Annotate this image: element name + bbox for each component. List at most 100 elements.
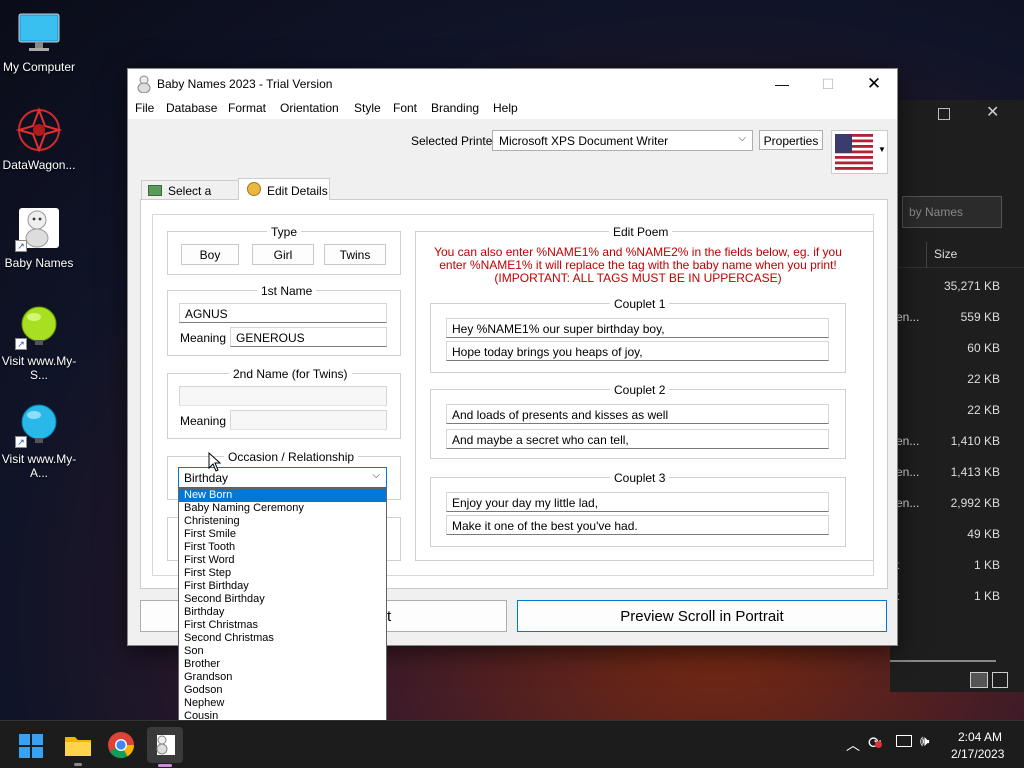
title-bar[interactable]: Baby Names 2023 - Trial Version — ☐ ✕ — [128, 69, 897, 99]
menu-font[interactable]: Font — [393, 101, 417, 115]
desktop-icon-visit-my-a[interactable]: ↗ Visit www.My-A... — [0, 400, 78, 480]
second-name-group-title: 2nd Name (for Twins) — [229, 367, 352, 381]
table-row[interactable]: 22 KB — [890, 365, 1024, 393]
preview-portrait-button[interactable]: Preview Scroll in Portrait — [517, 600, 887, 632]
list-item[interactable]: Baby Naming Ceremony — [179, 502, 386, 515]
list-item[interactable]: Grandson — [179, 671, 386, 684]
user-icon — [247, 182, 261, 196]
datawagon-icon — [15, 106, 63, 154]
list-item[interactable]: Nephew — [179, 697, 386, 710]
menu-format[interactable]: Format — [228, 101, 266, 115]
list-item[interactable]: First Smile — [179, 528, 386, 541]
couplet-1-line-1-input[interactable]: Hey %NAME1% our super birthday boy, — [446, 318, 829, 338]
menu-orientation[interactable]: Orientation — [280, 101, 339, 115]
tiles-view-icon[interactable] — [992, 672, 1008, 688]
occasion-select-value: Birthday — [184, 471, 229, 485]
desktop-icon-datawagon[interactable]: DataWagon... — [0, 106, 78, 172]
table-row[interactable]: 22 KB — [890, 396, 1024, 424]
list-item[interactable]: Christening — [179, 515, 386, 528]
taskbar: ︿ ⟳ 🕪 2:04 AM 2/17/2023 — [0, 720, 1024, 768]
table-row[interactable]: t1 KB — [890, 551, 1024, 579]
windows-start-icon[interactable] — [18, 733, 44, 759]
first-meaning-input[interactable]: GENEROUS — [230, 327, 387, 347]
baby-names-taskbar-icon[interactable] — [147, 727, 183, 763]
desktop-icon-label: Visit www.My-A... — [1, 452, 77, 480]
list-item[interactable]: Godson — [179, 684, 386, 697]
volume-icon[interactable]: 🕪 — [920, 733, 929, 750]
details-view-icon[interactable] — [970, 672, 988, 688]
bg-search-input[interactable]: by Names — [902, 196, 1002, 228]
list-item[interactable]: First Tooth — [179, 541, 386, 554]
shortcut-arrow-icon: ↗ — [15, 436, 27, 448]
desktop-icon-label: Visit www.My-S... — [1, 354, 77, 382]
show-hidden-icons-chevron-icon[interactable]: ︿ — [846, 735, 860, 755]
clock-time[interactable]: 2:04 AM — [958, 730, 1002, 744]
background-explorer-window: ✕ by Names Size 35,271 KB en... 559 KB 60… — [890, 100, 1024, 692]
couplet-2-line-1-input[interactable]: And loads of presents and kisses as well — [446, 404, 829, 424]
couplet-3-line-2-input[interactable]: Make it one of the best you've had. — [446, 515, 829, 535]
list-item[interactable]: New Born — [179, 489, 386, 502]
printer-select[interactable]: Microsoft XPS Document Writer ⌵ — [492, 130, 753, 151]
minimize-icon[interactable]: — — [759, 69, 805, 99]
bg-size-header[interactable]: Size — [890, 242, 1024, 268]
table-row[interactable]: en... 1,413 KB — [890, 458, 1024, 486]
second-meaning-input[interactable] — [230, 410, 387, 430]
table-row[interactable]: 49 KB — [890, 520, 1024, 548]
table-row[interactable]: 60 KB — [890, 334, 1024, 362]
sync-icon[interactable]: ⟳ — [868, 733, 883, 753]
list-item[interactable]: Birthday — [179, 606, 386, 619]
table-row[interactable]: en... 559 KB — [890, 303, 1024, 331]
green-globe-icon: ↗ — [15, 302, 63, 350]
boy-button[interactable]: Boy — [181, 244, 239, 265]
menu-database[interactable]: Database — [166, 101, 217, 115]
couplet-1-line-2-input[interactable]: Hope today brings you heaps of joy, — [446, 341, 829, 361]
bg-close-icon[interactable]: ✕ — [986, 102, 999, 122]
table-row[interactable]: en... 1,410 KB — [890, 427, 1024, 455]
preview-landscape-button-label: t — [387, 608, 392, 625]
menu-help[interactable]: Help — [493, 101, 518, 115]
first-meaning-label: Meaning — [180, 331, 227, 345]
couplet-3-group — [430, 477, 846, 547]
desktop-icon-label: My Computer — [2, 60, 76, 74]
chrome-icon[interactable] — [105, 729, 137, 761]
desktop-icon-visit-my-s[interactable]: ↗ Visit www.My-S... — [0, 302, 78, 382]
clock-date[interactable]: 2/17/2023 — [951, 747, 1004, 761]
app-baby-icon — [136, 75, 152, 94]
couplet-2-line-2-input[interactable]: And maybe a secret who can tell, — [446, 429, 829, 449]
table-row[interactable]: 35,271 KB — [890, 272, 1024, 300]
list-item[interactable]: Brother — [179, 658, 386, 671]
bg-horizontal-scrollbar[interactable] — [890, 660, 996, 662]
menu-branding[interactable]: Branding — [431, 101, 479, 115]
first-name-input[interactable]: AGNUS — [179, 303, 387, 323]
table-row[interactable]: t1 KB — [890, 582, 1024, 610]
explorer-running-indicator — [74, 763, 82, 766]
table-row[interactable]: en... 2,992 KB — [890, 489, 1024, 517]
second-meaning-label: Meaning — [180, 414, 227, 428]
tab-edit-details[interactable]: Edit Details — [238, 178, 330, 200]
desktop-icon-baby-names[interactable]: ↗ Baby Names — [0, 204, 78, 270]
maximize-icon[interactable]: ☐ — [805, 69, 851, 99]
file-explorer-icon[interactable] — [62, 729, 94, 761]
list-item[interactable]: First Christmas — [179, 619, 386, 632]
network-icon[interactable] — [896, 735, 912, 747]
close-icon[interactable]: ✕ — [851, 69, 897, 99]
menu-file[interactable]: File — [135, 101, 154, 115]
list-item[interactable]: First Step — [179, 567, 386, 580]
first-name-group-title: 1st Name — [257, 284, 317, 298]
menu-style[interactable]: Style — [354, 101, 381, 115]
second-name-input[interactable] — [179, 386, 387, 406]
list-item[interactable]: Second Christmas — [179, 632, 386, 645]
language-flag-button[interactable]: ▼ — [831, 130, 888, 174]
properties-button[interactable]: Properties — [759, 130, 823, 150]
desktop-icon-my-computer[interactable]: My Computer — [0, 8, 78, 74]
list-item[interactable]: Second Birthday — [179, 593, 386, 606]
list-item[interactable]: First Birthday — [179, 580, 386, 593]
list-item[interactable]: First Word — [179, 554, 386, 567]
girl-button[interactable]: Girl — [252, 244, 314, 265]
twins-button[interactable]: Twins — [324, 244, 386, 265]
list-item[interactable]: Son — [179, 645, 386, 658]
couplet-3-line-1-input[interactable]: Enjoy your day my little lad, — [446, 492, 829, 512]
tab-select-a-style[interactable]: Select a Style — [141, 180, 239, 212]
shortcut-arrow-icon: ↗ — [15, 338, 27, 350]
bg-maximize-icon[interactable] — [938, 108, 950, 120]
